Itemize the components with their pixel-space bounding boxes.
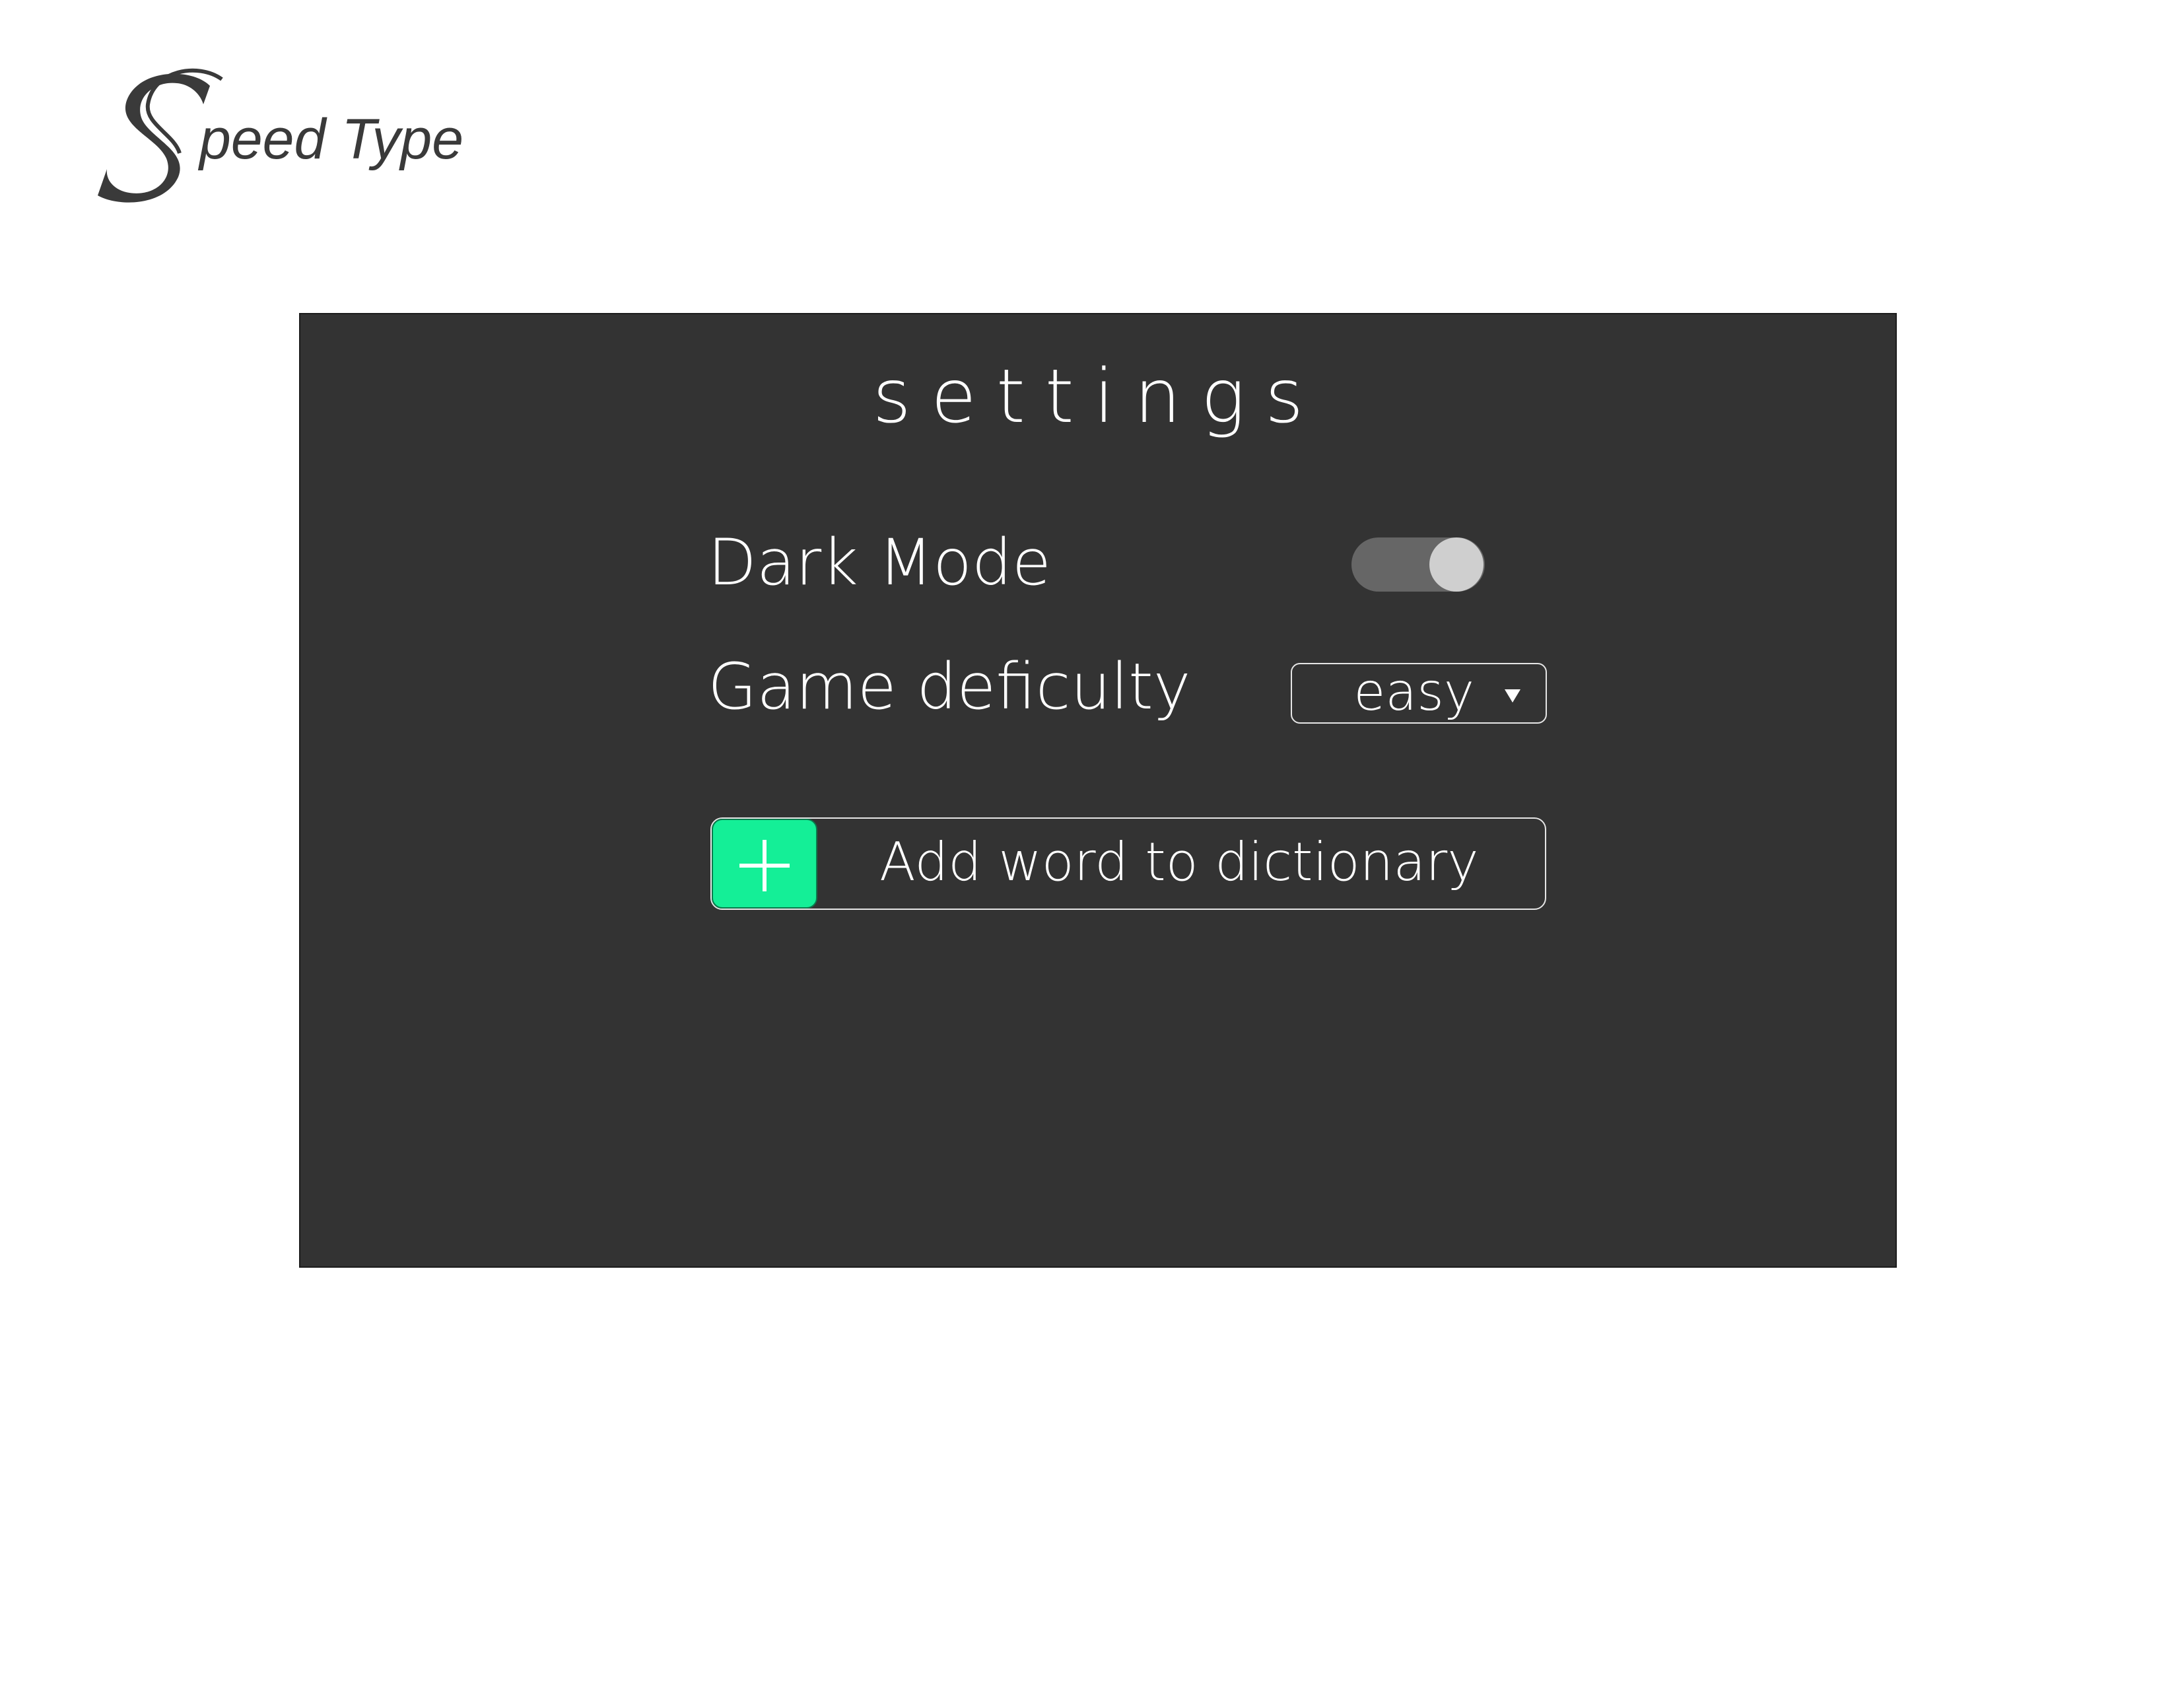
game-difficulty-label: Game deficulty <box>708 650 1191 724</box>
settings-panel: settings Dark Mode Game deficulty easy A… <box>299 313 1897 1268</box>
settings-title: settings <box>872 354 1324 440</box>
toggle-knob <box>1429 537 1484 592</box>
add-word-button[interactable]: Add word to dictionary <box>710 817 1546 910</box>
dark-mode-toggle[interactable] <box>1351 537 1485 592</box>
page: peed Type settings Dark Mode Game deficu… <box>0 0 2184 1687</box>
speed-type-logo: peed Type <box>92 66 489 205</box>
difficulty-selected-value: easy <box>1353 663 1474 722</box>
plus-icon[interactable] <box>712 819 817 909</box>
difficulty-select[interactable]: easy <box>1291 663 1547 724</box>
caret-down-icon <box>1505 689 1520 703</box>
logo-text: peed Type <box>199 108 464 171</box>
dark-mode-label: Dark Mode <box>708 526 1051 600</box>
add-word-label: Add word to dictionary <box>879 831 1479 893</box>
